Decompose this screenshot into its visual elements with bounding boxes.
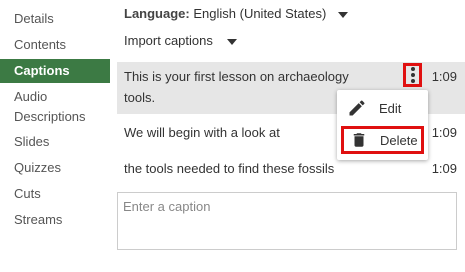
import-captions-label: Import captions bbox=[124, 33, 213, 48]
caption-row[interactable]: the tools needed to find these fossils 1… bbox=[117, 157, 465, 181]
caption-text: tools. bbox=[124, 90, 156, 105]
edit-menu-item[interactable]: Edit bbox=[341, 94, 424, 122]
caption-text: This is your first lesson on archaeology bbox=[124, 69, 349, 84]
caption-time: 1:09 bbox=[431, 161, 457, 176]
sidebar-item-streams[interactable]: Streams bbox=[0, 209, 110, 231]
caption-text: We will begin with a look at bbox=[124, 125, 280, 140]
language-label: Language: bbox=[124, 6, 190, 21]
chevron-down-icon bbox=[337, 11, 348, 18]
trash-icon bbox=[353, 133, 365, 147]
sidebar-item-cuts[interactable]: Cuts bbox=[0, 183, 110, 205]
caption-text: the tools needed to find these fossils bbox=[124, 161, 335, 176]
sidebar-item-slides[interactable]: Slides bbox=[0, 131, 110, 153]
import-captions-button[interactable]: Import captions bbox=[124, 33, 237, 48]
pencil-icon bbox=[349, 100, 365, 116]
sidebar-item-contents[interactable]: Contents bbox=[0, 34, 110, 56]
delete-menu-item[interactable]: Delete bbox=[341, 126, 424, 154]
more-options-icon[interactable] bbox=[403, 63, 422, 87]
sidebar-item-captions[interactable]: Captions bbox=[0, 59, 110, 83]
caption-context-menu: Edit Delete bbox=[337, 90, 428, 160]
sidebar-item-details[interactable]: Details bbox=[0, 8, 110, 30]
sidebar-item-quizzes[interactable]: Quizzes bbox=[0, 157, 110, 179]
sidebar-item-audio-descriptions[interactable]: Audio Descriptions bbox=[0, 87, 110, 127]
chevron-down-icon bbox=[226, 38, 237, 45]
caption-time: 1:09 bbox=[431, 125, 457, 140]
delete-label: Delete bbox=[380, 132, 418, 148]
language-value: English (United States) bbox=[193, 6, 327, 21]
language-selector[interactable]: Language: English (United States) bbox=[124, 6, 348, 21]
caption-time: 1:09 bbox=[431, 69, 457, 84]
sidebar: Details Contents Captions Audio Descript… bbox=[0, 0, 110, 272]
edit-label: Edit bbox=[379, 100, 402, 116]
caption-input[interactable] bbox=[117, 192, 457, 250]
